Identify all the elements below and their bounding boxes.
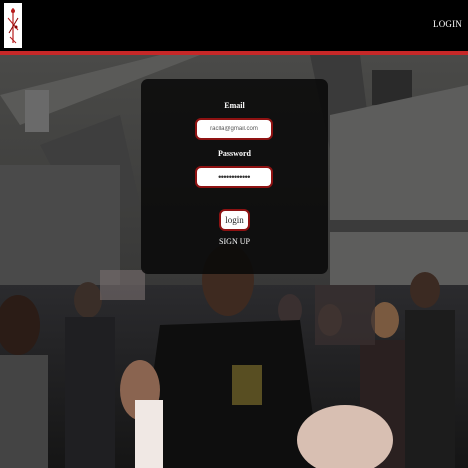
login-page: LOGIN Email Password login SIGN UP [0,0,468,468]
login-button[interactable]: login [219,209,250,231]
signup-link[interactable]: SIGN UP [141,237,328,246]
password-field[interactable] [195,166,273,188]
top-navbar: LOGIN [0,0,468,51]
email-label: Email [224,101,245,110]
logo[interactable] [4,3,22,48]
nav-login-link[interactable]: LOGIN [433,19,462,29]
login-card: Email Password login SIGN UP [141,79,328,274]
header-accent-bar [0,51,468,55]
dancer-logo-icon [7,8,19,44]
email-field[interactable] [195,118,273,140]
password-label: Password [218,149,251,158]
